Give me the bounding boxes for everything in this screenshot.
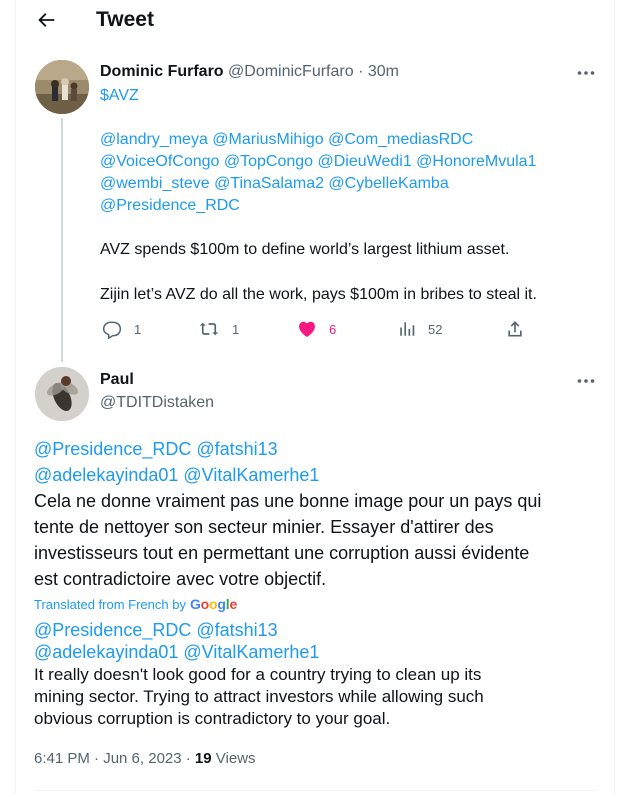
- mention-line[interactable]: @Presidence_RDC: [100, 197, 240, 215]
- retweet-count: 1: [232, 321, 240, 337]
- avatar-photo: [35, 367, 89, 421]
- retweet-button[interactable]: 1: [198, 318, 239, 340]
- arrow-left-icon: [38, 13, 55, 27]
- reply-text-original: Cela ne donne vraiment pas une bonne ima…: [34, 491, 542, 511]
- reply-count: 1: [134, 321, 142, 337]
- page-title: Tweet: [96, 8, 154, 31]
- tweet-header: Dominic Furfaro @DominicFurfaro · 30m: [100, 63, 399, 81]
- mention-line[interactable]: @Presidence_RDC @fatshi13: [34, 439, 278, 460]
- reply-text-original: est contradictoire avec votre objectif.: [34, 569, 327, 589]
- translated-label: Translated from French by: [34, 596, 186, 612]
- more-icon: [577, 71, 595, 75]
- back-button[interactable]: [35, 9, 57, 31]
- share-button[interactable]: [505, 318, 525, 340]
- mention-line[interactable]: @Presidence_RDC @fatshi13: [34, 620, 278, 641]
- more-options-button[interactable]: [576, 371, 596, 391]
- mention-line[interactable]: @landry_meya @MariusMihigo @Com_mediasRD…: [100, 131, 473, 149]
- google-logo: Google: [189, 596, 238, 612]
- reply-text-translated: obvious corruption is contradictory to y…: [34, 709, 391, 728]
- more-options-button[interactable]: [576, 63, 596, 83]
- views-label: Views: [215, 750, 256, 767]
- header-separator: ·: [358, 63, 364, 80]
- reply-text-translated: mining sector. Trying to attract investo…: [34, 687, 484, 706]
- views-number: 19: [194, 750, 212, 767]
- analytics-icon: [400, 322, 415, 336]
- mention-line[interactable]: @VoiceOfCongo @TopCongo @DieuWedi1 @Hono…: [100, 153, 536, 171]
- share-icon: [508, 321, 522, 337]
- like-count: 6: [329, 321, 337, 337]
- tweet-text: Zijin let’s AVZ do all the work, pays $1…: [100, 286, 537, 303]
- tweet-time[interactable]: 30m: [368, 63, 399, 80]
- author-handle[interactable]: @DominicFurfaro: [228, 63, 354, 80]
- tweet-text: AVZ spends $100m to define world’s large…: [100, 241, 510, 258]
- reply-text-translated: It really doesn't look good for a countr…: [34, 665, 482, 684]
- reply-text-original: investisseurs tout en permettant une cor…: [34, 543, 530, 563]
- avatar[interactable]: [35, 367, 89, 421]
- retweet-icon: [199, 322, 219, 336]
- cashtag-link[interactable]: $AVZ: [100, 87, 139, 105]
- heart-icon: [299, 321, 315, 337]
- timestamp[interactable]: 6:41 PM · Jun 6, 2023 ·: [34, 750, 195, 767]
- avatar-photo: [35, 60, 89, 114]
- translation-attribution[interactable]: Translated from French by Google: [34, 596, 237, 612]
- views-button[interactable]: 52: [398, 318, 442, 340]
- thread-line: [61, 118, 63, 362]
- reply-button[interactable]: 1: [102, 318, 141, 340]
- mention-line[interactable]: @adelekayinda01 @VitalKamerhe1: [34, 642, 319, 663]
- divider: [34, 790, 597, 791]
- avatar[interactable]: [35, 60, 89, 114]
- reply-text-original: tente de nettoyer son secteur minier. Es…: [34, 517, 494, 537]
- author-name[interactable]: Dominic Furfaro: [100, 63, 224, 80]
- reply-icon: [102, 321, 122, 339]
- like-button[interactable]: 6: [297, 318, 336, 340]
- tweet-metadata: 6:41 PM · Jun 6, 2023 · 19 Views: [34, 750, 256, 767]
- author-name[interactable]: Paul: [100, 371, 134, 389]
- author-handle[interactable]: @TDITDistaken: [100, 394, 214, 412]
- more-icon: [577, 379, 595, 383]
- views-count: 52: [428, 321, 443, 337]
- page-header: Tweet: [15, 0, 615, 42]
- mention-line[interactable]: @wembi_steve @TinaSalama2 @CybelleKamba: [100, 175, 449, 193]
- mention-line[interactable]: @adelekayinda01 @VitalKamerhe1: [34, 465, 319, 486]
